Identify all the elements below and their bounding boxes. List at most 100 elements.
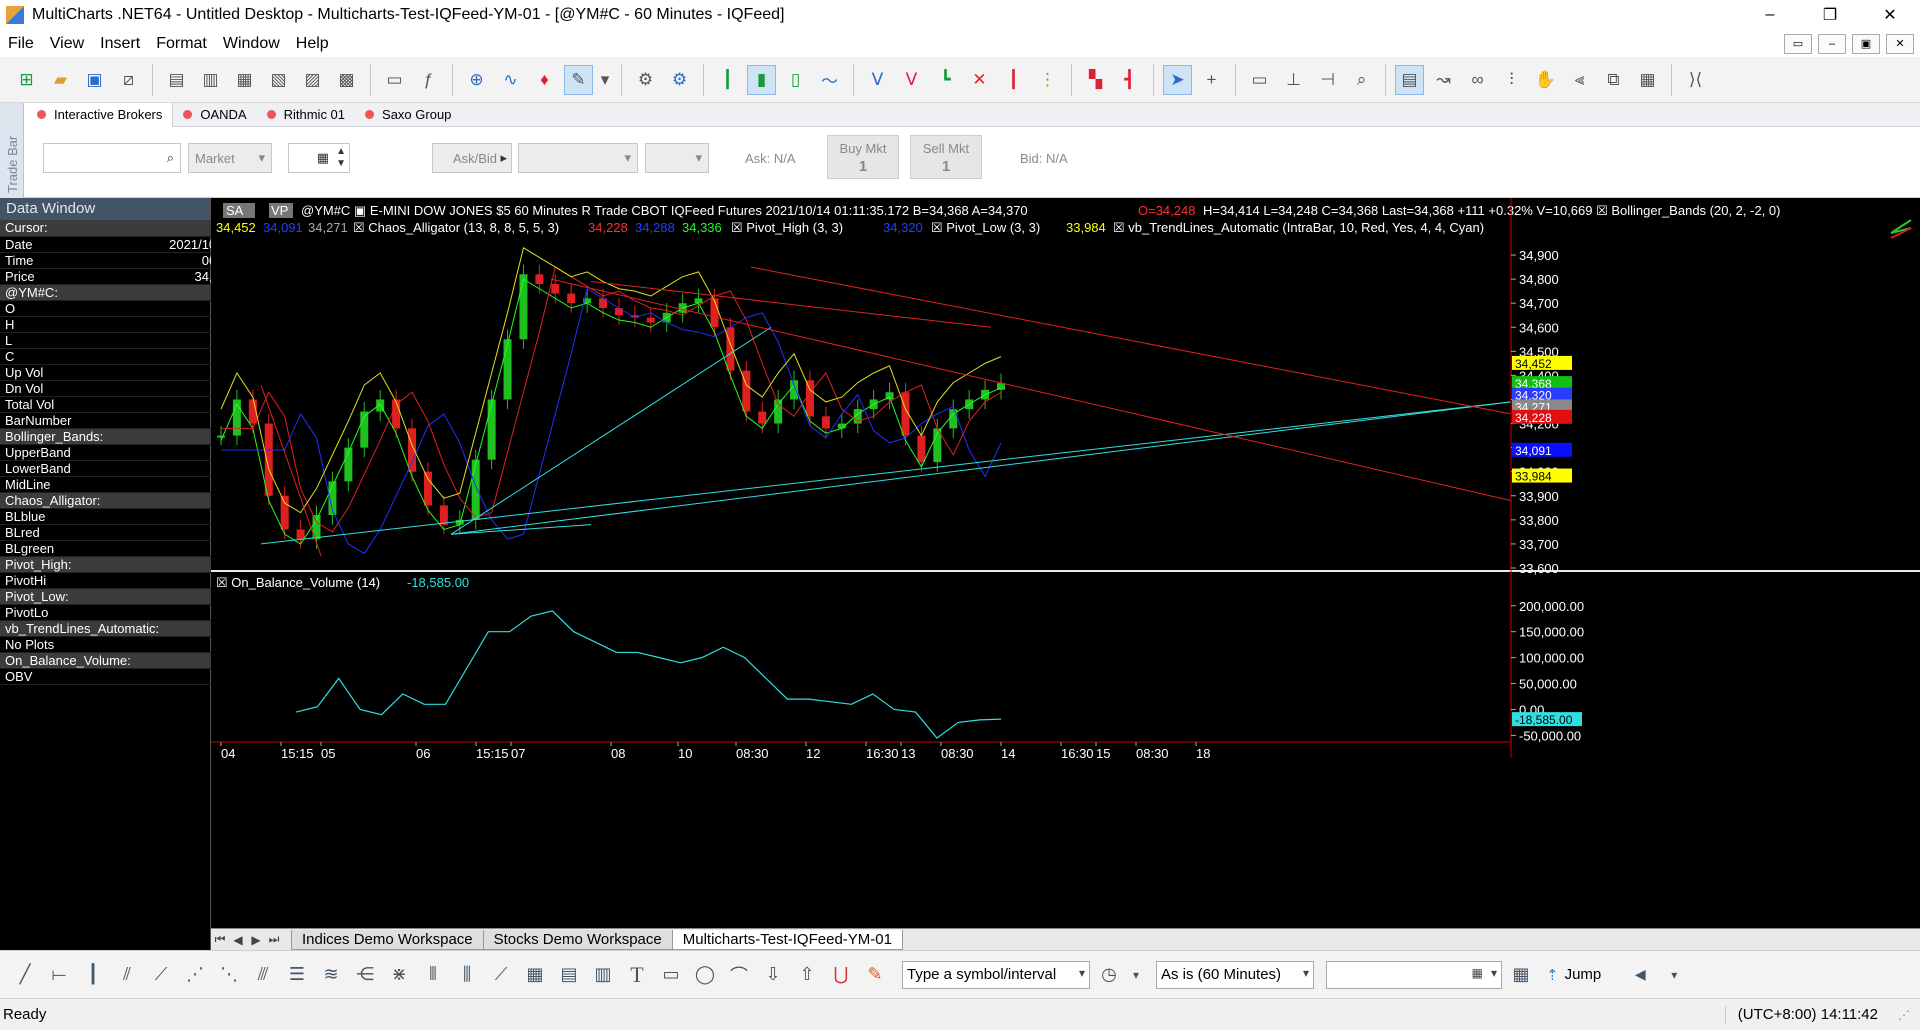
menu-view[interactable]: View bbox=[42, 35, 92, 53]
pivot-high-study-label[interactable]: ☒ Pivot_High (3, 3) bbox=[731, 220, 843, 235]
track-icon[interactable]: ↝ bbox=[1429, 65, 1458, 95]
menu-insert[interactable]: Insert bbox=[92, 35, 148, 53]
new-report-icon[interactable]: ▩ bbox=[332, 65, 361, 95]
volume-profile-icon[interactable]: ┫ bbox=[1115, 65, 1144, 95]
hollow-candle-icon[interactable]: ▯ bbox=[781, 65, 810, 95]
text-tool-icon[interactable]: T bbox=[622, 960, 652, 990]
quantity-stepper[interactable]: ▦ ▲ ▼ bbox=[288, 143, 350, 173]
vertical-line-icon[interactable]: ⊣ bbox=[1313, 65, 1342, 95]
obv-study-label[interactable]: ☒ On_Balance_Volume (14) bbox=[216, 575, 380, 590]
drawing-tool-icon[interactable]: ✎ bbox=[564, 64, 593, 95]
insert-signal-icon[interactable]: ♦ bbox=[530, 65, 559, 95]
mdi-tile-icon[interactable]: ▣ bbox=[1852, 33, 1880, 54]
obv-pane[interactable] bbox=[295, 610, 1002, 739]
alligator-study-label[interactable]: ☒ Chaos_Alligator (13, 8, 8, 5, 5, 3) bbox=[353, 220, 559, 235]
next-tab-icon[interactable]: ▶ bbox=[247, 933, 265, 947]
price-pane[interactable] bbox=[217, 247, 1512, 557]
mdi-close-icon[interactable]: ✕ bbox=[1886, 33, 1914, 54]
broker-tab-rithmic[interactable]: Rithmic 01 bbox=[257, 103, 355, 127]
xo-icon[interactable]: ✕ bbox=[965, 65, 994, 95]
chart-window[interactable]: SA VP @YM#C ▣ E-MINI DOW JONES $5 60 Min… bbox=[211, 198, 1920, 928]
fibonacci-retracement-icon[interactable]: ☰ bbox=[282, 960, 312, 990]
comment-icon[interactable]: ▭ bbox=[1245, 65, 1274, 95]
ray-icon[interactable]: ⟋ bbox=[146, 960, 176, 990]
magnet-icon[interactable]: ⋃ bbox=[826, 960, 856, 990]
broker-tab-interactive-brokers[interactable]: Interactive Brokers bbox=[27, 102, 174, 127]
scale-icon[interactable]: ⫷ bbox=[1565, 65, 1594, 95]
scroll-back-icon[interactable]: ◀ bbox=[1625, 960, 1655, 990]
close-window-icon[interactable]: ⧄ bbox=[114, 65, 143, 95]
arc-icon[interactable]: ▤ bbox=[554, 960, 584, 990]
stepper-arrows-icon[interactable]: ▲ ▼ bbox=[336, 146, 346, 170]
arrow-up-tool-icon[interactable]: ⇧ bbox=[792, 960, 822, 990]
buy-market-button[interactable]: Buy Mkt 1 bbox=[827, 135, 899, 179]
last-tab-icon[interactable]: ⏭ bbox=[265, 932, 283, 947]
formula-icon[interactable]: ƒ bbox=[414, 65, 443, 95]
speed-lines-icon[interactable]: ⋱ bbox=[214, 960, 244, 990]
trendlines-study-label[interactable]: ☒ vb_TrendLines_Automatic (IntraBar, 10,… bbox=[1113, 220, 1484, 235]
clock-icon[interactable]: ◷ bbox=[1094, 960, 1124, 990]
hand-icon[interactable]: ✋ bbox=[1531, 65, 1560, 95]
trend-line-icon[interactable]: ╱ bbox=[10, 960, 40, 990]
insert-instrument-icon[interactable]: ⊕ bbox=[462, 65, 491, 95]
mdi-restore-icon[interactable]: ▭ bbox=[1784, 33, 1812, 54]
time-zones-icon[interactable]: ⫼ bbox=[452, 960, 482, 990]
obv-axis[interactable]: 200,000.00150,000.00100,000.0050,000.000… bbox=[1511, 599, 1584, 744]
new-scanner-icon[interactable]: ▥ bbox=[196, 65, 225, 95]
collapse-toolbar-icon[interactable]: ⟩⟨ bbox=[1681, 65, 1710, 95]
account-input[interactable]: ⌕ bbox=[43, 143, 181, 173]
chart-canvas[interactable]: SA VP @YM#C ▣ E-MINI DOW JONES $5 60 Min… bbox=[211, 198, 1920, 928]
ohlc-bars-icon[interactable]: ┃ bbox=[713, 65, 742, 95]
menu-format[interactable]: Format bbox=[148, 35, 215, 53]
arrow-down-tool-icon[interactable]: ⇩ bbox=[758, 960, 788, 990]
crosshair-icon[interactable]: + bbox=[1197, 65, 1226, 95]
settings-gear-icon[interactable]: ⚙ bbox=[631, 65, 660, 95]
broker-tab-saxo[interactable]: Saxo Group bbox=[355, 103, 461, 127]
line-chart-icon[interactable]: 〜 bbox=[815, 65, 844, 95]
print-icon[interactable]: ▦ bbox=[1633, 65, 1662, 95]
date-jump-input[interactable]: ▦ ▾ bbox=[1326, 960, 1502, 989]
clock-dropdown-icon[interactable]: ▾ bbox=[1128, 960, 1144, 990]
menu-window[interactable]: Window bbox=[215, 35, 288, 53]
gann-square-icon[interactable]: ▦ bbox=[520, 960, 550, 990]
arc-tool-icon[interactable]: ⌒ bbox=[724, 960, 754, 990]
gann-fan-icon[interactable]: ⋇ bbox=[384, 960, 414, 990]
chart-trading-icon[interactable]: ⫶ bbox=[1497, 65, 1526, 95]
price-select[interactable]: ▾ bbox=[518, 143, 638, 173]
new-order-icon[interactable]: ▨ bbox=[298, 65, 327, 95]
vertical-line-tool-icon[interactable]: ┃ bbox=[78, 960, 108, 990]
close-button[interactable]: ✕ bbox=[1860, 0, 1920, 30]
ellipse-tool-icon[interactable]: ◯ bbox=[690, 960, 720, 990]
trade-bar-handle[interactable]: Trade Bar bbox=[0, 103, 24, 198]
renko-icon[interactable]: ┗ bbox=[931, 65, 960, 95]
cycle-lines-icon[interactable]: ⦀ bbox=[418, 960, 448, 990]
glasses-icon[interactable]: ∞ bbox=[1463, 65, 1492, 95]
fibonacci-extension-icon[interactable]: ≋ bbox=[316, 960, 346, 990]
scroll-right-arrow-icon[interactable] bbox=[1890, 219, 1912, 234]
dropdown-arrow-icon[interactable]: ▾ bbox=[598, 65, 612, 95]
interval-select[interactable]: As is (60 Minutes) ▾ bbox=[1156, 960, 1314, 989]
scroll-dropdown-icon[interactable]: ▾ bbox=[1659, 960, 1689, 990]
calendar-icon[interactable]: ▦ bbox=[1472, 966, 1483, 980]
first-tab-icon[interactable]: ⏮ bbox=[211, 932, 229, 947]
price-mode-select[interactable]: Ask/Bid ▸ bbox=[432, 143, 512, 173]
regression-channel-icon[interactable]: ⟋ bbox=[486, 960, 516, 990]
calculator-tool-icon[interactable]: ▥ bbox=[588, 960, 618, 990]
zoom-icon[interactable]: ⌕ bbox=[1347, 65, 1376, 95]
time-axis[interactable]: 04 15:15 05 06 15:15 07 08 10 08:30 12 16:30 13 08:3… bbox=[211, 741, 1511, 761]
screen-icon[interactable]: ▭ bbox=[380, 65, 409, 95]
kagi-icon[interactable]: Ⅴ bbox=[897, 65, 926, 95]
tif-select[interactable]: ▾ bbox=[645, 143, 709, 173]
menu-file[interactable]: File bbox=[0, 35, 42, 53]
market-profile-icon[interactable]: ⋮ bbox=[1033, 65, 1062, 95]
candlestick-icon[interactable]: ▮ bbox=[747, 64, 776, 95]
line-break-icon[interactable]: ┃ bbox=[999, 65, 1028, 95]
menu-help[interactable]: Help bbox=[288, 35, 337, 53]
mdi-minimize-icon[interactable]: – bbox=[1818, 33, 1846, 54]
open-folder-icon[interactable]: ▰ bbox=[46, 65, 75, 95]
fan-lines-icon[interactable]: ⋰ bbox=[180, 960, 210, 990]
new-chart-window-icon[interactable]: ▤ bbox=[162, 65, 191, 95]
new-portfolio-icon[interactable]: ▧ bbox=[264, 65, 293, 95]
chart-settings-icon[interactable]: ⚙ bbox=[665, 65, 694, 95]
workspace-tab-multicharts-test[interactable]: Multicharts-Test-IQFeed-YM-01 bbox=[671, 929, 903, 950]
